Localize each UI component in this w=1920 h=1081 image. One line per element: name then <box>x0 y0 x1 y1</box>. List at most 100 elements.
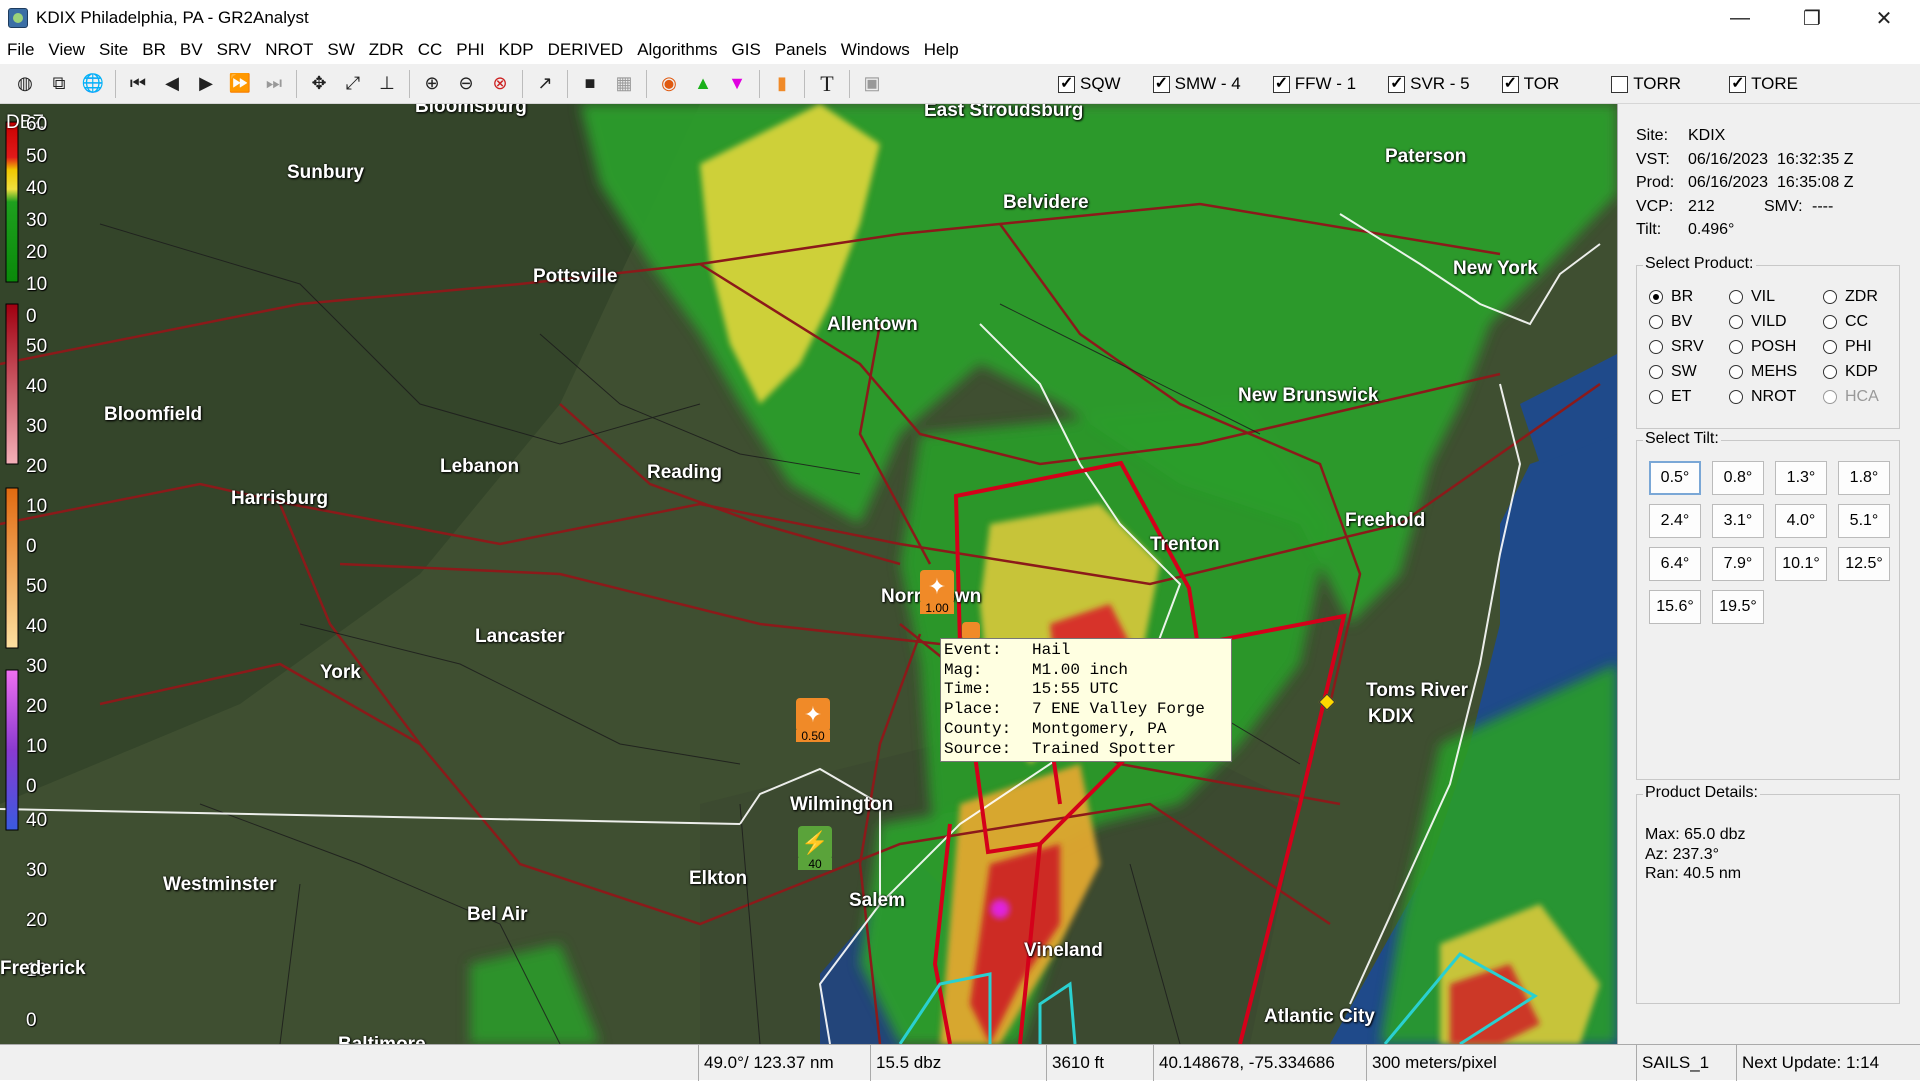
wind-report-marker[interactable]: ⚡ 40 <box>798 826 832 870</box>
arrow-tool-icon[interactable]: ↗ <box>530 69 560 99</box>
radio-icon[interactable] <box>1729 340 1743 354</box>
zoom-in-icon[interactable]: ⊕ <box>417 69 447 99</box>
green-triangle-icon[interactable]: ▲ <box>688 69 718 99</box>
play-icon[interactable]: ▶ <box>191 69 221 99</box>
restore-button[interactable]: ❐ <box>1776 0 1848 36</box>
menu-windows[interactable]: Windows <box>834 36 917 64</box>
radio-icon[interactable] <box>1823 340 1837 354</box>
menu-gis[interactable]: GIS <box>725 36 768 64</box>
tilt-button[interactable]: 19.5° <box>1712 590 1764 624</box>
tilt-button[interactable]: 1.8° <box>1838 461 1890 495</box>
product-option-vil[interactable]: VIL <box>1729 288 1823 306</box>
product-option-vild[interactable]: VILD <box>1729 313 1823 331</box>
checkbox-icon[interactable] <box>1388 73 1406 93</box>
radio-icon[interactable] <box>1649 390 1663 404</box>
product-option-mehs[interactable]: MEHS <box>1729 363 1823 381</box>
radio-icon[interactable] <box>1823 365 1837 379</box>
radio-icon[interactable] <box>1649 315 1663 329</box>
tilt-button[interactable]: 5.1° <box>1838 504 1890 538</box>
tilt-button[interactable]: 1.3° <box>1775 461 1827 495</box>
menu-derived[interactable]: DERIVED <box>541 36 631 64</box>
tilt-button[interactable]: 7.9° <box>1712 547 1764 581</box>
checkbox-icon[interactable] <box>1152 73 1170 93</box>
menu-view[interactable]: View <box>41 36 92 64</box>
menu-br[interactable]: BR <box>135 36 173 64</box>
menu-sw[interactable]: SW <box>320 36 361 64</box>
menu-algorithms[interactable]: Algorithms <box>630 36 724 64</box>
product-option-bv[interactable]: BV <box>1649 313 1729 331</box>
tilt-button[interactable]: 0.8° <box>1712 461 1764 495</box>
product-option-posh[interactable]: POSH <box>1729 338 1823 356</box>
checkbox-icon[interactable] <box>1611 75 1629 93</box>
tilt-button[interactable]: 10.1° <box>1775 547 1827 581</box>
toggle-smw[interactable]: SMW - 4 <box>1152 73 1241 94</box>
map-canvas[interactable] <box>0 104 1617 1044</box>
product-option-srv[interactable]: SRV <box>1649 338 1729 356</box>
radio-icon[interactable] <box>1729 390 1743 404</box>
product-option-zdr[interactable]: ZDR <box>1823 288 1897 306</box>
measure-icon[interactable]: ⤢ <box>338 69 368 99</box>
globe-icon[interactable]: 🌐 <box>78 69 108 99</box>
menu-srv[interactable]: SRV <box>210 36 259 64</box>
radio-icon[interactable] <box>1729 290 1743 304</box>
radio-icon[interactable] <box>1649 365 1663 379</box>
checkbox-icon[interactable] <box>1729 73 1747 93</box>
step-back-icon[interactable]: ◀ <box>157 69 187 99</box>
skip-last-icon[interactable]: ⏭ <box>259 69 289 99</box>
product-option-br[interactable]: BR <box>1649 288 1729 306</box>
menu-bv[interactable]: BV <box>173 36 210 64</box>
orange-box-icon[interactable]: ▮ <box>767 69 797 99</box>
menu-cc[interactable]: CC <box>411 36 450 64</box>
product-option-nrot[interactable]: NROT <box>1729 388 1823 406</box>
close-button[interactable]: ✕ <box>1848 0 1920 36</box>
toggle-ffw[interactable]: FFW - 1 <box>1272 73 1356 94</box>
tilt-button[interactable]: 15.6° <box>1649 590 1701 624</box>
checkbox-icon[interactable] <box>1272 73 1290 93</box>
checkbox-icon[interactable] <box>1058 73 1075 93</box>
menu-file[interactable]: File <box>0 36 41 64</box>
radio-icon[interactable] <box>1823 290 1837 304</box>
product-option-et[interactable]: ET <box>1649 388 1729 406</box>
radio-icon[interactable] <box>1649 340 1663 354</box>
product-option-kdp[interactable]: KDP <box>1823 363 1897 381</box>
open-site-icon[interactable]: ◍ <box>10 69 40 99</box>
toggle-svr[interactable]: SVR - 5 <box>1388 73 1470 94</box>
minimize-button[interactable]: — <box>1704 0 1776 36</box>
menu-panels[interactable]: Panels <box>768 36 834 64</box>
menu-kdp[interactable]: KDP <box>492 36 541 64</box>
grid-icon[interactable]: ▦ <box>609 69 639 99</box>
storm-cell-icon[interactable]: ◉ <box>654 69 684 99</box>
menu-nrot[interactable]: NROT <box>258 36 320 64</box>
product-option-phi[interactable]: PHI <box>1823 338 1897 356</box>
menu-phi[interactable]: PHI <box>449 36 491 64</box>
step-forward-icon[interactable]: ⏩ <box>225 69 255 99</box>
zoom-reset-icon[interactable]: ⊗ <box>485 69 515 99</box>
zoom-out-icon[interactable]: ⊖ <box>451 69 481 99</box>
checkbox-icon[interactable] <box>1501 73 1519 93</box>
copy-icon[interactable]: ⧉ <box>44 69 74 99</box>
tilt-button[interactable]: 2.4° <box>1649 504 1701 538</box>
tilt-button[interactable]: 6.4° <box>1649 547 1701 581</box>
radio-icon[interactable] <box>1649 290 1663 304</box>
radio-icon[interactable] <box>1729 365 1743 379</box>
text-tool-icon[interactable]: T <box>812 69 842 99</box>
tilt-button[interactable]: 4.0° <box>1775 504 1827 538</box>
magenta-triangle-icon[interactable]: ▼ <box>722 69 752 99</box>
skip-first-icon[interactable]: ⏮ <box>123 69 153 99</box>
menu-site[interactable]: Site <box>92 36 135 64</box>
black-square-icon[interactable]: ■ <box>575 69 605 99</box>
tilt-button[interactable]: 12.5° <box>1838 547 1890 581</box>
radio-icon[interactable] <box>1729 315 1743 329</box>
radio-icon[interactable] <box>1823 315 1837 329</box>
tilt-button[interactable]: 0.5° <box>1649 461 1701 495</box>
cross-section-icon[interactable]: ⊥ <box>372 69 402 99</box>
menu-zdr[interactable]: ZDR <box>362 36 411 64</box>
radar-map[interactable]: DBZ 60 50 40 30 20 10 0 50 40 30 20 10 0… <box>0 104 1617 1044</box>
toggle-sqw[interactable]: SQW <box>1058 73 1121 94</box>
menu-help[interactable]: Help <box>917 36 966 64</box>
hail-report-marker[interactable]: ✦ 0.50 <box>796 698 830 742</box>
tilt-button[interactable]: 3.1° <box>1712 504 1764 538</box>
pan-icon[interactable]: ✥ <box>304 69 334 99</box>
product-option-cc[interactable]: CC <box>1823 313 1897 331</box>
toggle-tor[interactable]: TOR <box>1501 73 1559 94</box>
